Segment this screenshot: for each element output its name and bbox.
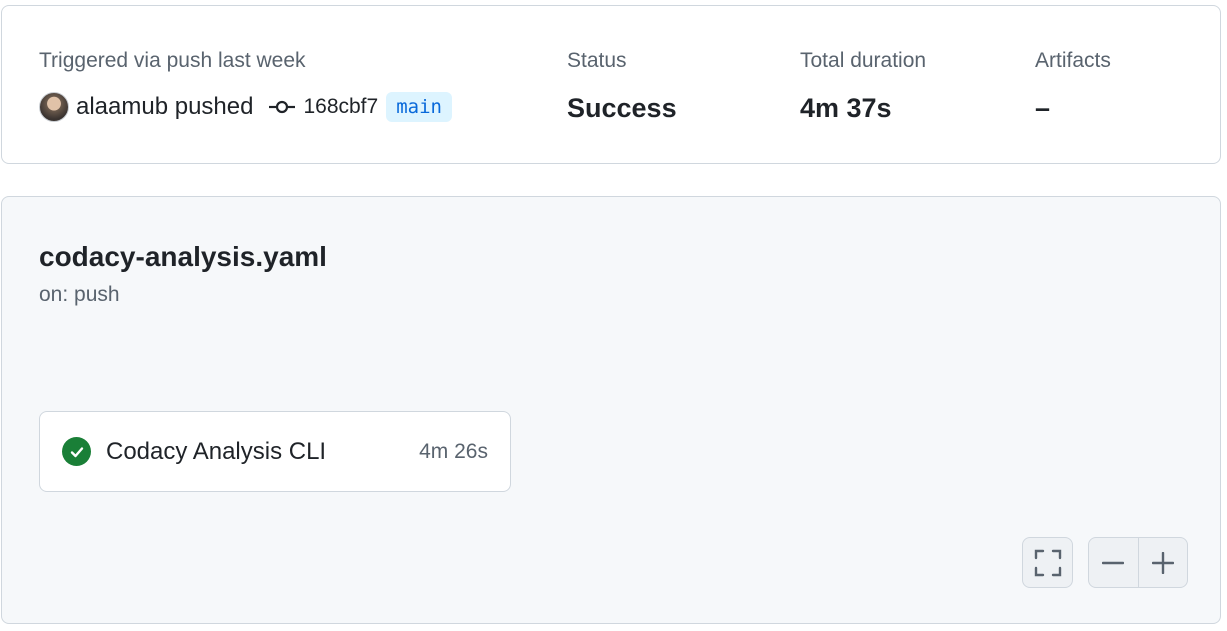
zoom-controls bbox=[1088, 537, 1188, 588]
zoom-in-icon bbox=[1151, 551, 1174, 574]
trigger-details: alaamub pushed 168cbf7 main bbox=[39, 90, 452, 124]
status-value: Success bbox=[567, 93, 677, 123]
artifacts-label: Artifacts bbox=[1035, 49, 1111, 72]
job-card[interactable]: Codacy Analysis CLI 4m 26s bbox=[39, 411, 511, 492]
commit-icon bbox=[269, 100, 296, 114]
zoom-out-button[interactable] bbox=[1089, 538, 1138, 587]
workflow-graph: codacy-analysis.yaml on: push Codacy Ana… bbox=[1, 196, 1221, 624]
zoom-in-button[interactable] bbox=[1137, 538, 1188, 587]
duration-value: 4m 37s bbox=[800, 93, 892, 123]
trigger-label: Triggered via push last week bbox=[39, 49, 306, 72]
artifacts-column: Artifacts – bbox=[1035, 48, 1111, 125]
job-name: Codacy Analysis CLI bbox=[106, 437, 327, 465]
workflow-trigger: on: push bbox=[39, 283, 120, 306]
actor-link[interactable]: alaamub pushed bbox=[76, 93, 253, 121]
workflow-name: codacy-analysis.yaml bbox=[39, 241, 327, 272]
trigger-column: Triggered via push last week alaamub pus… bbox=[39, 48, 452, 124]
job-duration: 4m 26s bbox=[419, 439, 488, 463]
branch-badge[interactable]: main bbox=[386, 92, 452, 122]
run-summary: Triggered via push last week alaamub pus… bbox=[1, 5, 1221, 164]
fullscreen-button[interactable] bbox=[1022, 537, 1073, 588]
status-column: Status Success bbox=[567, 48, 677, 125]
status-label: Status bbox=[567, 49, 627, 72]
duration-column: Total duration 4m 37s bbox=[800, 48, 926, 125]
fullscreen-icon bbox=[1034, 549, 1061, 576]
artifacts-value: – bbox=[1035, 93, 1051, 123]
avatar[interactable] bbox=[39, 92, 69, 122]
duration-label: Total duration bbox=[800, 49, 927, 72]
commit-sha-link[interactable]: 168cbf7 bbox=[303, 95, 378, 119]
check-circle-icon bbox=[62, 437, 91, 466]
zoom-out-icon bbox=[1102, 561, 1125, 564]
